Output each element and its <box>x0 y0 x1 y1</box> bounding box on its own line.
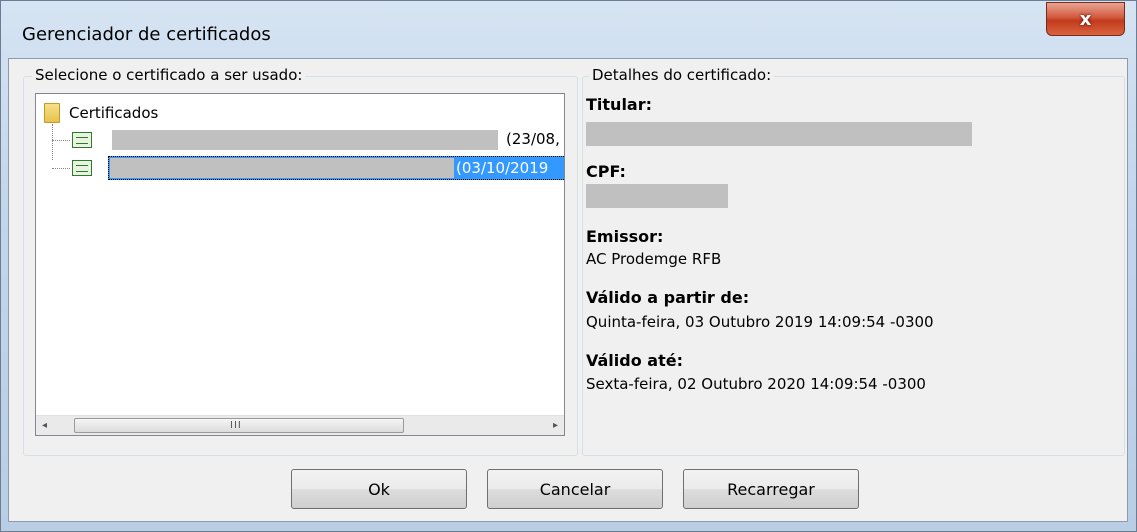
close-button[interactable]: x <box>1046 2 1125 36</box>
cpf-value-redacted <box>586 184 728 208</box>
scroll-left-arrow-icon[interactable]: ◂ <box>42 420 47 431</box>
certificate-name-redacted[interactable] <box>110 158 454 178</box>
valid-until-label: Válido até: <box>586 351 683 370</box>
certificate-date[interactable]: (03/10/2019 <box>456 159 564 177</box>
tree-connector <box>52 124 53 160</box>
folder-icon <box>44 103 60 123</box>
cpf-label: CPF: <box>586 162 626 181</box>
emissor-value: AC Prodemge RFB <box>586 250 722 268</box>
titular-label: Titular: <box>586 95 653 114</box>
emissor-label: Emissor: <box>586 227 664 246</box>
cancel-button[interactable]: Cancelar <box>487 469 663 509</box>
certificate-details-legend: Detalhes do certificado: <box>589 66 775 84</box>
valid-from-value: Quinta-feira, 03 Outubro 2019 14:09:54 -… <box>586 313 934 331</box>
reload-button[interactable]: Recarregar <box>683 469 859 509</box>
window-title: Gerenciador de certificados <box>22 24 271 45</box>
scrollbar-grip-icon: III <box>230 420 242 431</box>
certificate-date[interactable]: (23/08, <box>506 130 564 148</box>
valid-from-label: Válido a partir de: <box>586 288 750 307</box>
certificate-tree[interactable]: Certificados (23/08, (03/10/2019 ◂ III ▸ <box>35 93 565 436</box>
certificate-icon <box>72 132 92 148</box>
scrollbar-thumb[interactable]: III <box>74 418 404 433</box>
certificate-name-redacted[interactable] <box>112 130 498 150</box>
close-icon: x <box>1079 8 1092 30</box>
title-bar[interactable]: Gerenciador de certificados x <box>0 0 1137 58</box>
tree-root-label: Certificados <box>69 104 159 122</box>
scroll-right-arrow-icon[interactable]: ▸ <box>553 420 558 431</box>
tree-root-certificados[interactable]: Certificados <box>44 102 158 124</box>
tree-connector <box>52 168 70 169</box>
certificate-select-legend: Selecione o certificado a ser usado: <box>32 66 306 84</box>
titular-value-redacted <box>586 122 972 146</box>
valid-until-value: Sexta-feira, 02 Outubro 2020 14:09:54 -0… <box>586 375 926 393</box>
ok-button[interactable]: Ok <box>291 469 467 509</box>
certificate-icon <box>72 160 92 176</box>
horizontal-scrollbar[interactable]: ◂ III ▸ <box>36 415 564 435</box>
tree-connector <box>52 140 70 141</box>
dialog-window: Gerenciador de certificados x Selecione … <box>0 0 1137 532</box>
dialog-client-area: Selecione o certificado a ser usado: Cer… <box>8 58 1128 522</box>
